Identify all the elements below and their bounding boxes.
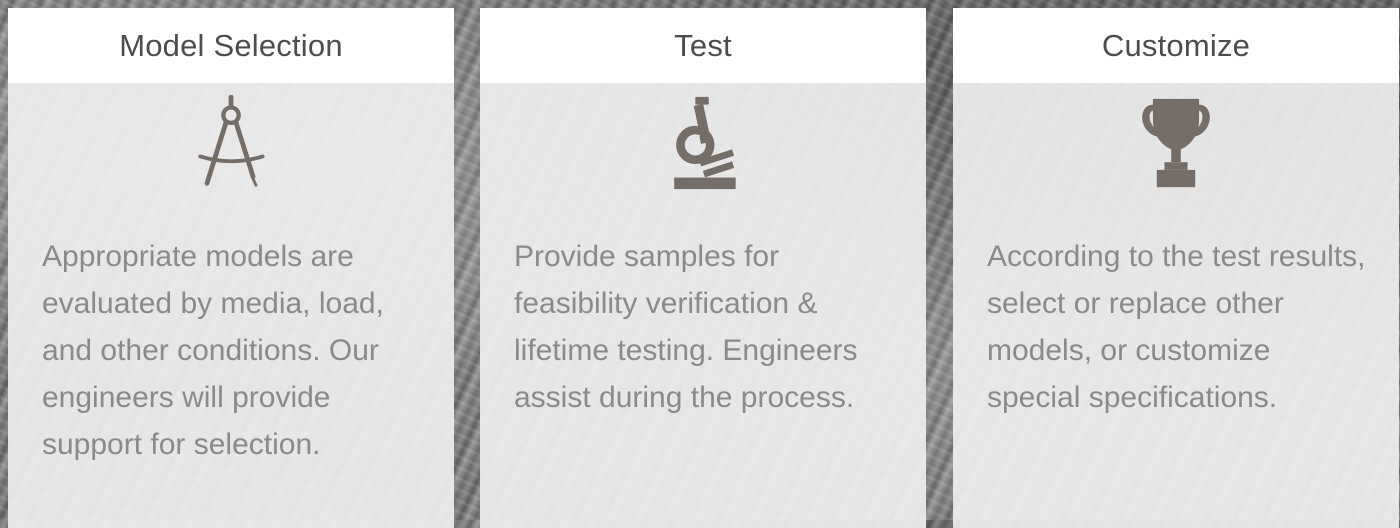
card-title: Model Selection [119, 27, 343, 63]
card-header: Test [480, 8, 926, 83]
card-title: Customize [1101, 27, 1251, 63]
card-description: Appropriate models are evaluated by medi… [42, 240, 384, 461]
card-header: Model Selection [8, 8, 454, 83]
card-test: Test Provide samples for feasibility ver… [480, 8, 926, 528]
card-description: Provide samples for feasibility verifica… [514, 240, 858, 414]
trophy-icon [953, 95, 1399, 191]
card-description: According to the test results, select or… [987, 240, 1366, 414]
card-title: Test [674, 27, 732, 63]
card-model-selection: Model Selection Appropriate models are e… [8, 8, 454, 528]
card-header: Customize [953, 8, 1399, 83]
card-customize: Customize According to the test results,… [953, 8, 1399, 528]
microscope-icon [480, 95, 926, 191]
compass-icon [8, 95, 454, 191]
